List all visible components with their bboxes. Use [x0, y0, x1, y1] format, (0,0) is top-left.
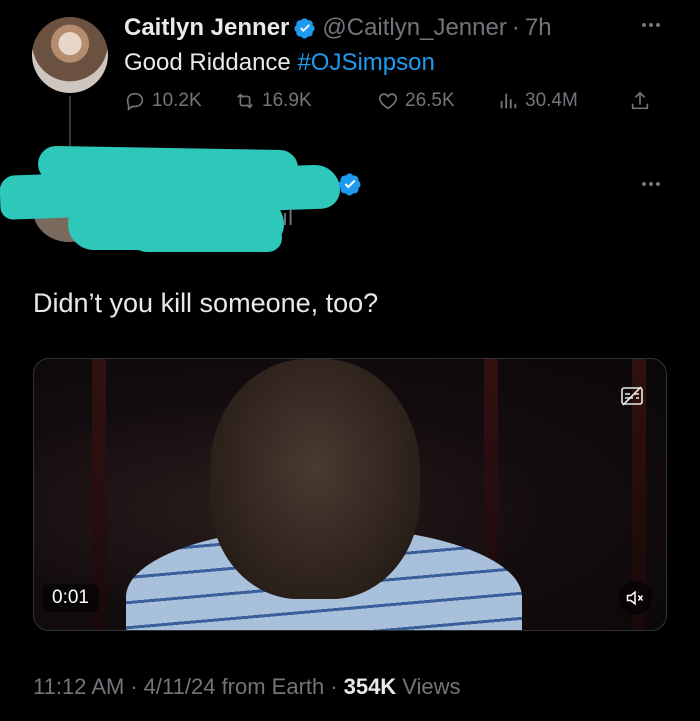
- verified-badge-icon: [338, 173, 361, 196]
- reply-button[interactable]: 10.2K: [124, 90, 202, 112]
- reply-date[interactable]: 4/11/24: [144, 674, 216, 700]
- like-count: 26.5K: [405, 90, 455, 111]
- redaction-mark: [132, 224, 282, 252]
- retweet-icon: [237, 93, 253, 109]
- views-icon: [500, 93, 517, 109]
- more-icon[interactable]: [636, 19, 666, 31]
- hashtag-link[interactable]: #OJSimpson: [297, 49, 434, 76]
- more-icon[interactable]: [636, 178, 666, 190]
- reply-text: Didn’t you kill someone, too?: [33, 288, 379, 318]
- verified-badge-icon: [294, 18, 316, 39]
- views-count: 30.4M: [525, 90, 578, 111]
- reply-meta: 11:12 AM · 4/11/24 from Earth · 354K Vie…: [33, 674, 460, 700]
- views-button[interactable]: 30.4M: [497, 90, 578, 112]
- reply-source: from Earth: [221, 674, 325, 699]
- reply-handle-fragment: ıl: [282, 205, 293, 230]
- tweet-time[interactable]: 7h: [525, 14, 552, 42]
- captions-icon[interactable]: [620, 385, 644, 407]
- like-button[interactable]: 26.5K: [377, 90, 455, 112]
- author-handle[interactable]: @Caitlyn_Jenner: [322, 14, 506, 42]
- mute-icon: [626, 590, 644, 606]
- video-frame-person: [210, 359, 420, 599]
- share-button[interactable]: [629, 90, 657, 112]
- reply-count: 10.2K: [152, 90, 202, 111]
- separator: ·: [511, 14, 520, 41]
- display-name[interactable]: Caitlyn Jenner: [124, 14, 289, 42]
- tweet-header: Caitlyn Jenner @Caitlyn_Jenner · 7h: [124, 14, 552, 42]
- reply-views-count: 354K: [343, 674, 397, 699]
- retweet-count: 16.9K: [262, 90, 312, 111]
- reply-icon: [126, 92, 144, 111]
- reply-time[interactable]: 11:12 AM: [33, 674, 124, 700]
- tweet-text: Good Riddance #OJSimpson: [124, 49, 435, 77]
- video-player[interactable]: 0:01: [33, 358, 667, 631]
- separator: ·: [330, 674, 338, 699]
- share-icon: [631, 91, 649, 110]
- reply-views-label: Views: [402, 674, 461, 699]
- tweet-body: Good Riddance: [124, 49, 298, 76]
- separator: ·: [130, 674, 138, 699]
- video-timestamp: 0:01: [42, 584, 99, 612]
- author-avatar[interactable]: [32, 17, 108, 93]
- retweet-button[interactable]: 16.9K: [234, 90, 312, 112]
- mute-button[interactable]: [618, 581, 652, 615]
- tweet-actions: 10.2K 16.9K 26.5K 30.4M: [124, 90, 674, 120]
- like-icon: [378, 93, 398, 110]
